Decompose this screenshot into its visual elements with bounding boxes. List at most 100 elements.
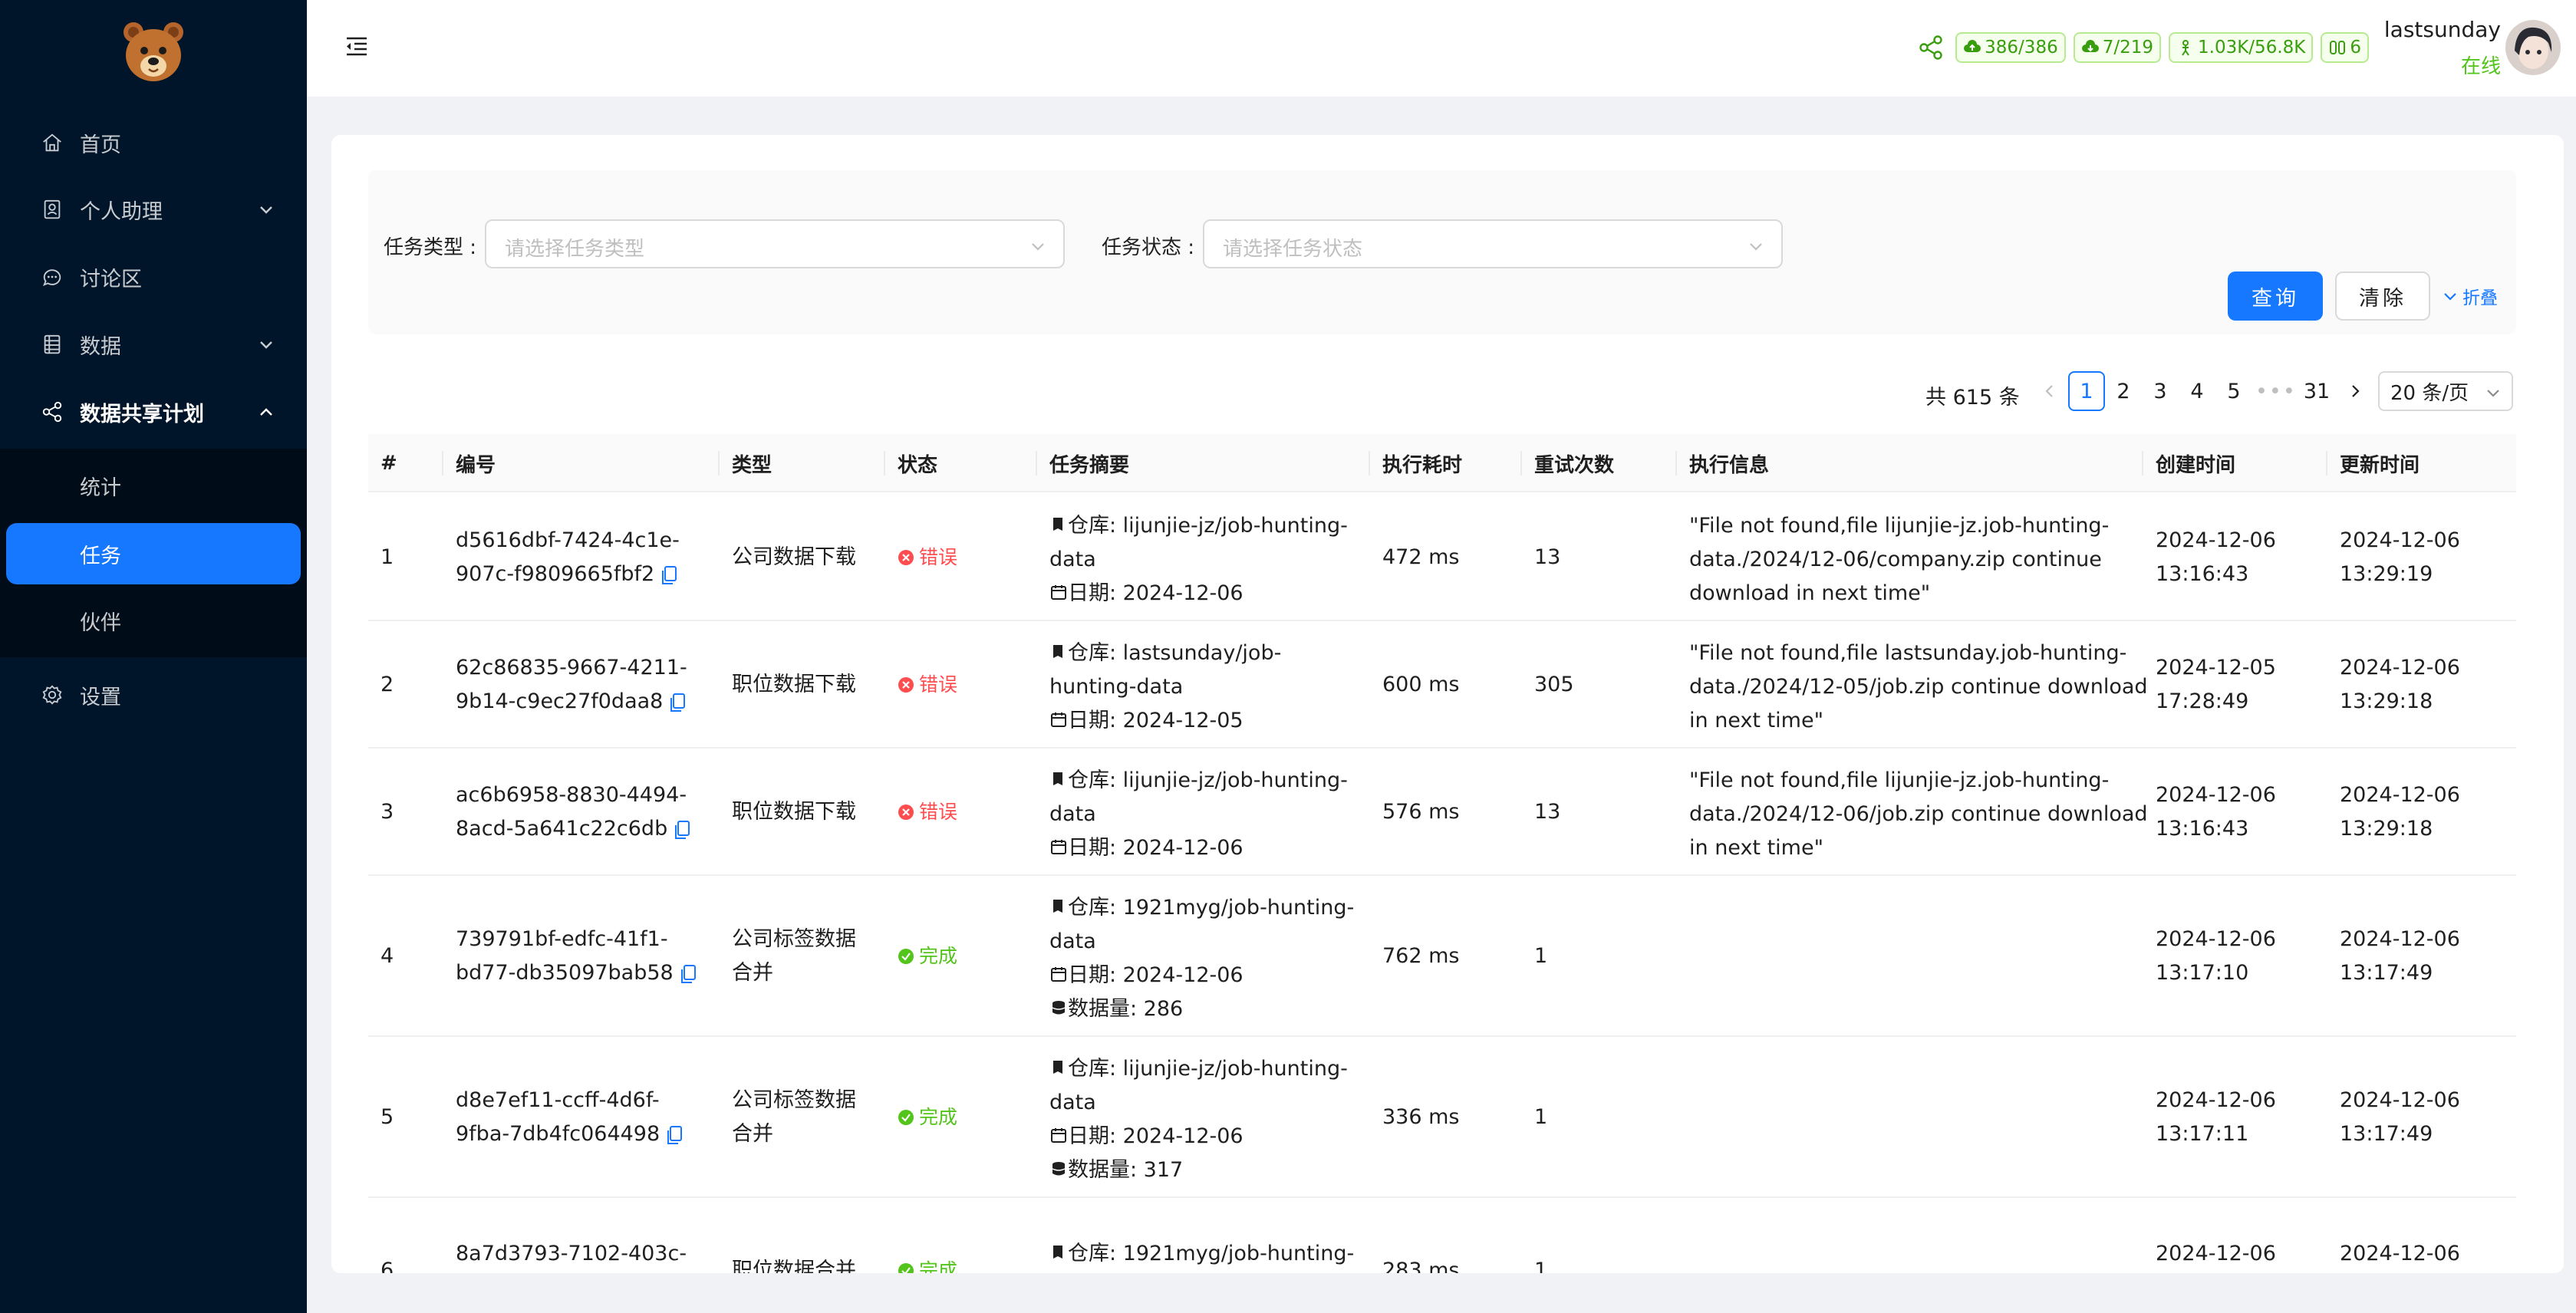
page-button-1[interactable]: 1 (2068, 371, 2105, 411)
sidebar-item-label: 数据共享计划 (80, 402, 204, 426)
pagination-total: 共 615 条 (1925, 386, 2020, 410)
created-time: 13:17:10 (2156, 961, 2249, 985)
info-line: data./2024/12-06/job.zip continue downlo… (1689, 802, 2148, 826)
table-row[interactable]: 6 8a7d3793-7102-403c- 职位数据合并 完成 仓库: 1921myg/… (368, 1198, 2516, 1273)
share-icon[interactable] (1917, 34, 1945, 61)
table-row[interactable]: 5 d8e7ef11-ccff-4d6f- 9fba-7db4fc064498 公司标… (368, 1037, 2516, 1198)
clear-button[interactable]: 清除 (2335, 271, 2430, 321)
query-button[interactable]: 查询 (2228, 271, 2323, 321)
page-ellipsis[interactable]: ••• (2255, 371, 2297, 411)
summary-text: 仓库: lijunjie-jz/job-hunting- (1068, 1057, 1348, 1081)
cell-duration: 576 ms (1370, 795, 1460, 829)
page-button-2[interactable]: 2 (2105, 371, 2142, 411)
cloud-download-icon (2081, 40, 2099, 52)
created-time: 13:16:43 (2156, 817, 2249, 841)
cell-task-type: 职位数据合并 (720, 1254, 856, 1273)
cell-created: 2024-12-06 (2143, 1237, 2276, 1271)
summary-text: data (1049, 1091, 1096, 1114)
status-badge: 错误 (898, 668, 957, 702)
sidebar-sub-item-label: 伙伴 (80, 610, 121, 635)
retries-text: 1 (1534, 1105, 1548, 1129)
cell-info: "File not found,file lastsunday.job-hunt… (1677, 637, 2148, 738)
task-id-line: 8acd-5a641c22c6db (456, 817, 668, 841)
copy-icon[interactable] (666, 1125, 683, 1145)
status-text: 完成 (919, 1259, 958, 1273)
task-status-placeholder: 请选择任务状态 (1223, 238, 1363, 261)
page-button-5[interactable]: 5 (2215, 371, 2252, 411)
retries-text: 13 (1534, 800, 1561, 824)
table-row[interactable]: 2 62c86835-9667-4211- 9b14-c9ec27f0daa8 职位数… (368, 621, 2516, 749)
table-row[interactable]: 3 ac6b6958-8830-4494- 8acd-5a641c22c6db 职位数… (368, 749, 2516, 876)
updated-date: 2024-12-06 (2340, 656, 2460, 680)
cell-task-id: ac6b6958-8830-4494- 8acd-5a641c22c6db (443, 778, 690, 846)
link-icon (2330, 41, 2346, 54)
sidebar-item-assistant[interactable]: 个人助理 (0, 182, 307, 237)
chat-icon (40, 265, 64, 289)
next-page-button[interactable] (2337, 371, 2373, 411)
sidebar-sub-item-tasks[interactable]: 任务 (6, 523, 301, 584)
prev-page-button[interactable] (2031, 371, 2068, 411)
summary-text: 日期: 2024-12-05 (1068, 709, 1244, 732)
sidebar-item-data[interactable]: 数据 (0, 317, 307, 372)
page-size-select[interactable]: 20 条/页 (2378, 371, 2513, 411)
updated-time: 13:29:19 (2340, 562, 2433, 586)
copy-icon[interactable] (660, 565, 677, 585)
cell-updated: 2024-12-06 13:17:49 (2327, 1084, 2460, 1151)
copy-icon[interactable] (680, 964, 697, 984)
task-type-select[interactable]: 请选择任务类型 (485, 219, 1065, 268)
task-card: 任务类型 : 请选择任务类型 任务状态 : 请选择任务状态 查询 清除 折叠 共… (331, 135, 2564, 1273)
sidebar-item-data-share[interactable]: 数据共享计划 (0, 384, 307, 439)
menu-fold-icon[interactable] (344, 34, 370, 60)
calendar-icon (1051, 712, 1066, 727)
calendar-icon (1051, 1128, 1066, 1143)
sidebar-item-home[interactable]: 首页 (0, 115, 307, 170)
upload-count-badge: 386/386 (1955, 32, 2066, 63)
page-size-value: 20 条/页 (2390, 381, 2469, 405)
sidebar-item-discussion[interactable]: 讨论区 (0, 249, 307, 304)
summary-line: 日期: 2024-12-06 (1049, 1120, 1348, 1153)
page-button-3[interactable]: 3 (2142, 371, 2179, 411)
cell-info: "File not found,file lijunjie-jz.job-hun… (1677, 509, 2109, 610)
created-date: 2024-12-06 (2156, 528, 2276, 552)
sidebar-item-settings[interactable]: 设置 (0, 667, 307, 722)
cell-index: 5 (368, 1101, 394, 1134)
collapse-filter-link[interactable]: 折叠 (2443, 284, 2498, 308)
page-button-last[interactable]: 31 (2298, 371, 2335, 411)
task-type-text: 合并 (732, 961, 773, 985)
page-button-4[interactable]: 4 (2179, 371, 2215, 411)
summary-text: 仓库: lijunjie-jz/job-hunting- (1068, 768, 1348, 792)
table-row[interactable]: 4 739791bf-edfc-41f1- bd77-db35097bab58 公司标… (368, 876, 2516, 1037)
sidebar-sub-item-label: 任务 (80, 544, 121, 568)
column-header-id: 编号 (456, 453, 496, 477)
close-circle-icon (898, 805, 914, 820)
status-badge: 错误 (898, 541, 957, 574)
created-date: 2024-12-06 (2156, 1242, 2276, 1265)
task-type-text: 职位数据下载 (732, 800, 856, 824)
summary-line: 日期: 2024-12-06 (1049, 577, 1348, 610)
summary-text: 仓库: lijunjie-jz/job-hunting- (1068, 514, 1348, 538)
calendar-icon (1051, 840, 1066, 854)
sidebar-sub-item-stats[interactable]: 统计 (0, 455, 307, 516)
table-row[interactable]: 1 d5616dbf-7424-4c1e- 907c-f9809665fbf2 公司数… (368, 494, 2516, 621)
cell-created: 2024-12-06 13:16:43 (2143, 778, 2276, 846)
share-icon (40, 400, 64, 424)
cloud-upload-icon (1964, 40, 1981, 52)
copy-icon[interactable] (674, 820, 690, 840)
retries-text: 305 (1534, 673, 1574, 696)
summary-line: data (1049, 925, 1354, 959)
cell-index: 2 (368, 668, 394, 702)
task-status-select[interactable]: 请选择任务状态 (1203, 219, 1783, 268)
bear-logo-icon[interactable] (120, 18, 187, 86)
user-name[interactable]: lastsunday (2384, 17, 2501, 42)
cell-summary: 仓库: lijunjie-jz/job-hunting-data 日期: 2024… (1037, 509, 1348, 610)
cell-updated: 2024-12-06 13:29:18 (2327, 778, 2460, 846)
avatar[interactable] (2505, 20, 2561, 75)
copy-icon[interactable] (669, 693, 686, 712)
sidebar-item-label: 数据 (80, 334, 121, 359)
task-type-text: 公司数据下载 (732, 545, 856, 569)
sidebar-sub-item-partners[interactable]: 伙伴 (0, 590, 307, 651)
cell-index: 6 (368, 1254, 394, 1273)
sidebar-item-label: 设置 (80, 685, 121, 709)
task-id-line: 9fba-7db4fc064498 (456, 1122, 660, 1146)
cell-updated: 2024-12-06 13:29:19 (2327, 524, 2460, 591)
